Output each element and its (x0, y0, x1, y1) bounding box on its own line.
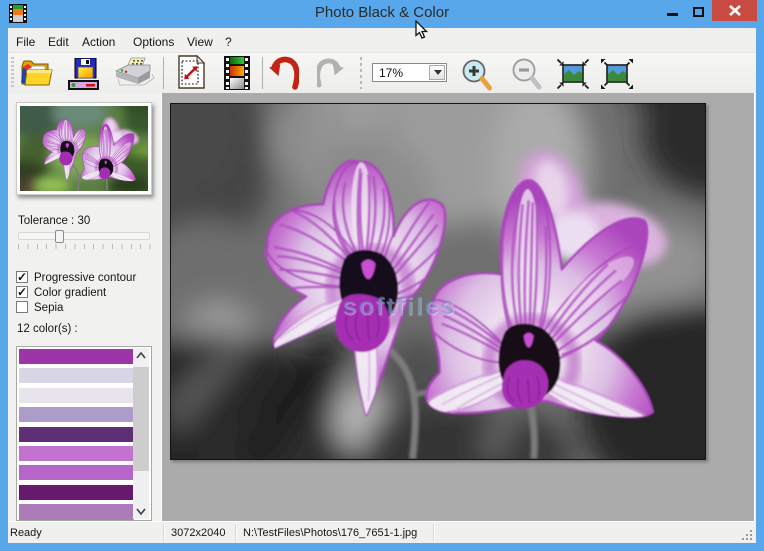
svg-text:softfiles: softfiles (342, 293, 456, 321)
